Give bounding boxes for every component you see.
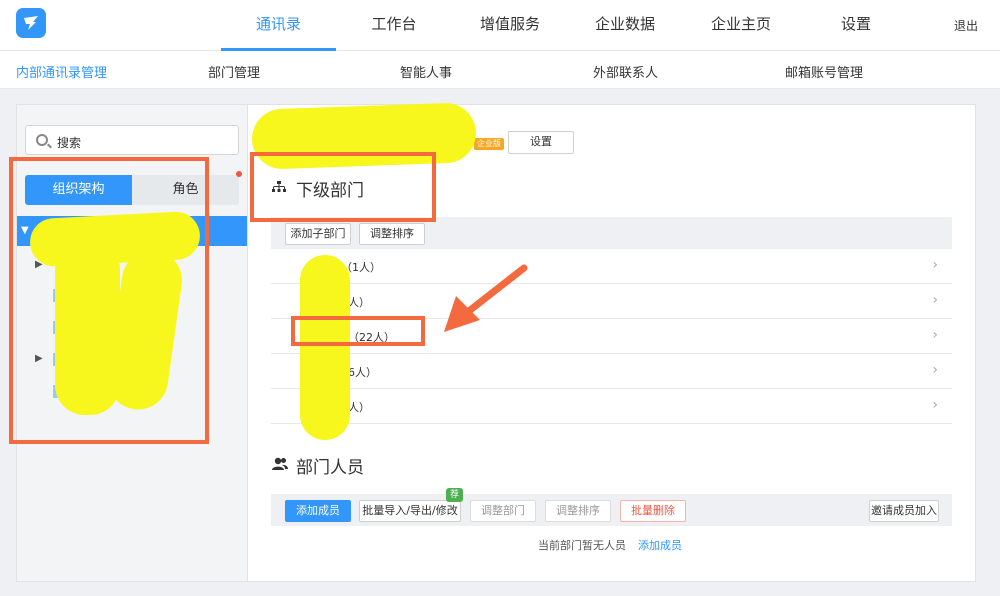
- members-title: 部门人员: [296, 458, 364, 478]
- sub-navigation-bar: 内部通讯录管理 部门管理 智能人事 外部联系人 邮箱账号管理: [0, 51, 1000, 89]
- annotation-box-row: [291, 316, 425, 346]
- nav-enterprise-data[interactable]: 企业数据: [585, 0, 665, 51]
- search-input[interactable]: 搜索: [25, 125, 239, 155]
- annotation-box-title: [250, 152, 436, 222]
- nav-settings[interactable]: 设置: [826, 0, 886, 51]
- annotation-arrow-icon: [444, 264, 528, 332]
- notification-dot: [236, 171, 242, 177]
- nav-contacts[interactable]: 通讯录: [221, 0, 336, 51]
- subnav-external-contacts[interactable]: 外部联系人: [593, 62, 658, 81]
- subnav-department-management[interactable]: 部门管理: [208, 62, 260, 81]
- chevron-right-icon: ›: [932, 327, 938, 343]
- nav-value-added-services[interactable]: 增值服务: [470, 0, 550, 51]
- subnav-internal-contacts[interactable]: 内部通讯录管理: [16, 62, 107, 81]
- department-row[interactable]: （1人） ›: [271, 249, 952, 284]
- recommended-badge: 荐: [446, 488, 463, 502]
- chevron-right-icon: ›: [932, 397, 938, 413]
- members-icon: [272, 457, 288, 470]
- enterprise-badge: 企业版: [474, 138, 504, 150]
- batch-delete-button[interactable]: 批量删除: [620, 500, 686, 522]
- logout-link[interactable]: 退出: [954, 17, 978, 34]
- chevron-right-icon: ›: [932, 257, 938, 273]
- search-icon: [36, 134, 48, 146]
- add-member-button[interactable]: 添加成员: [285, 500, 351, 522]
- annotation-box-sidebar: [9, 157, 209, 444]
- nav-workbench[interactable]: 工作台: [356, 0, 432, 51]
- department-row[interactable]: 5人） ›: [271, 284, 952, 319]
- batch-import-export-button[interactable]: 批量导入/导出/修改: [359, 500, 461, 522]
- department-row[interactable]: 56人） ›: [271, 354, 952, 389]
- nav-enterprise-homepage[interactable]: 企业主页: [701, 0, 781, 51]
- search-placeholder: 搜索: [57, 136, 82, 150]
- empty-members-text: 当前部门暂无人员: [538, 539, 626, 552]
- add-sub-department-button[interactable]: 添加子部门: [285, 223, 351, 245]
- chevron-right-icon: ›: [932, 362, 938, 378]
- invite-members-button[interactable]: 邀请成员加入: [869, 500, 939, 522]
- subnav-mailbox-accounts[interactable]: 邮箱账号管理: [785, 62, 863, 81]
- department-row[interactable]: 3人） ›: [271, 389, 952, 424]
- settings-button[interactable]: 设置: [508, 131, 574, 154]
- adjust-member-sort-button[interactable]: 调整排序: [545, 500, 611, 522]
- chevron-right-icon: ›: [932, 292, 938, 308]
- subnav-smart-hr[interactable]: 智能人事: [400, 62, 452, 81]
- add-member-link[interactable]: 添加成员: [638, 537, 682, 553]
- adjust-sort-button[interactable]: 调整排序: [359, 223, 425, 245]
- top-navigation-bar: 通讯录 工作台 增值服务 企业数据 企业主页 设置 退出: [0, 0, 1000, 51]
- yellow-highlight-scribble: [300, 255, 350, 440]
- dingtalk-logo-icon[interactable]: [16, 8, 46, 38]
- members-toolbar: 添加成员 批量导入/导出/修改 调整部门 调整排序 批量删除 邀请成员加入: [271, 494, 952, 526]
- adjust-department-button[interactable]: 调整部门: [470, 500, 536, 522]
